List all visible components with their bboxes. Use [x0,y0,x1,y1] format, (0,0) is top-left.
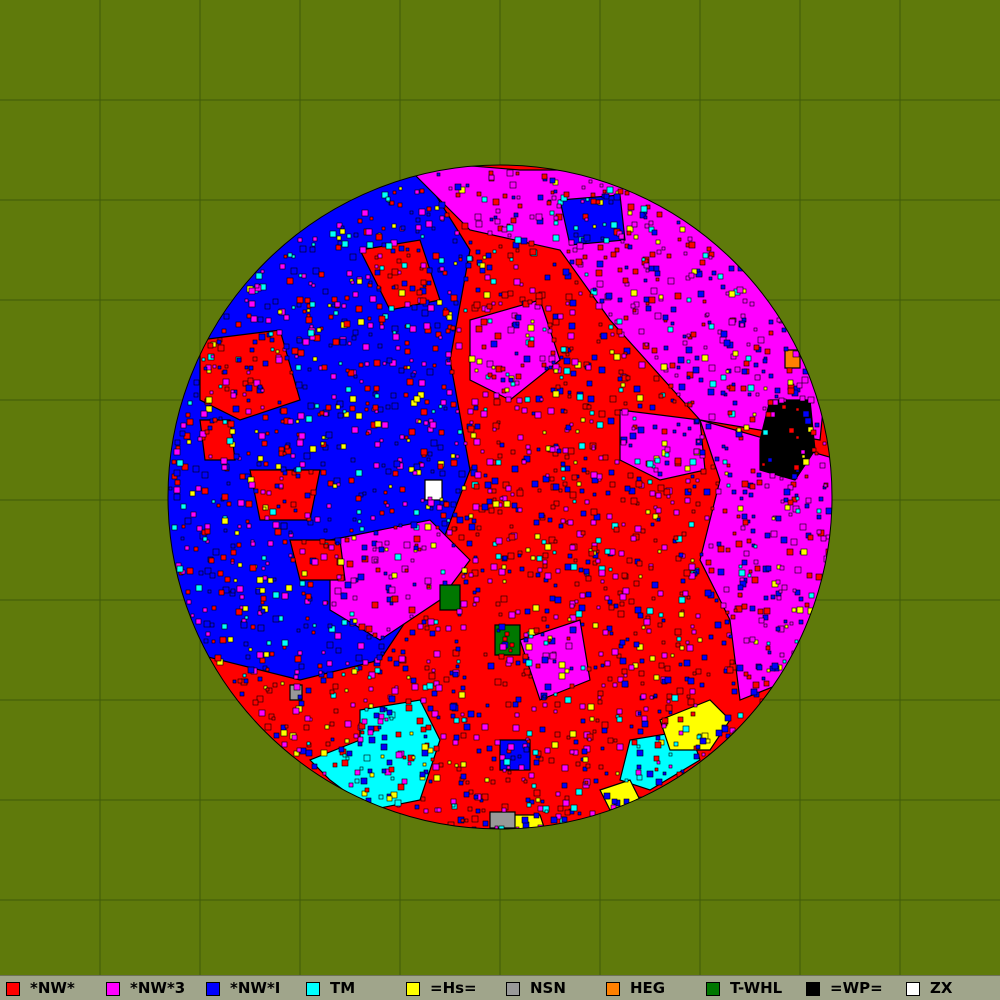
legend-swatch [806,981,820,996]
legend-label: NSN [530,979,566,997]
region-nsn [489,811,516,829]
region-zx [424,479,443,501]
legend-item: TM [306,980,355,997]
legend-item: NSN [506,980,566,997]
legend-swatch [306,981,320,996]
legend-item: ZX [906,980,952,997]
legend-swatch [6,981,20,996]
legend-label: *NW*I [230,979,281,997]
legend-swatch [506,981,520,996]
legend-swatch [606,981,620,996]
legend-label: *NW*3 [130,979,186,997]
legend-swatch [706,981,720,996]
legend-swatch [106,981,120,996]
legend-label: TM [330,979,356,997]
legend-swatch [206,981,220,996]
legend-item: *NW*3 [106,980,185,997]
legend-swatch [906,981,920,996]
territory-map[interactable] [0,0,1000,975]
legend-item: =Hs= [406,980,477,997]
legend-item: =WP= [806,980,883,997]
legend-label: *NW* [30,979,75,997]
region-twhl-2 [439,584,461,611]
legend-item: *NW* [6,980,75,997]
legend-bar: *NW* *NW*3 *NW*I TM =Hs= NSN HEG T-WHL =WP= ZX [0,975,1000,1000]
legend-item: HEG [606,980,665,997]
legend-label: T-WHL [730,979,783,997]
legend-item: *NW*I [206,980,280,997]
legend-swatch [406,981,420,996]
legend-label: HEG [630,979,666,997]
legend-label: =Hs= [430,979,477,997]
legend-item: T-WHL [706,980,782,997]
legend-label: ZX [930,979,953,997]
legend-label: =WP= [830,979,883,997]
